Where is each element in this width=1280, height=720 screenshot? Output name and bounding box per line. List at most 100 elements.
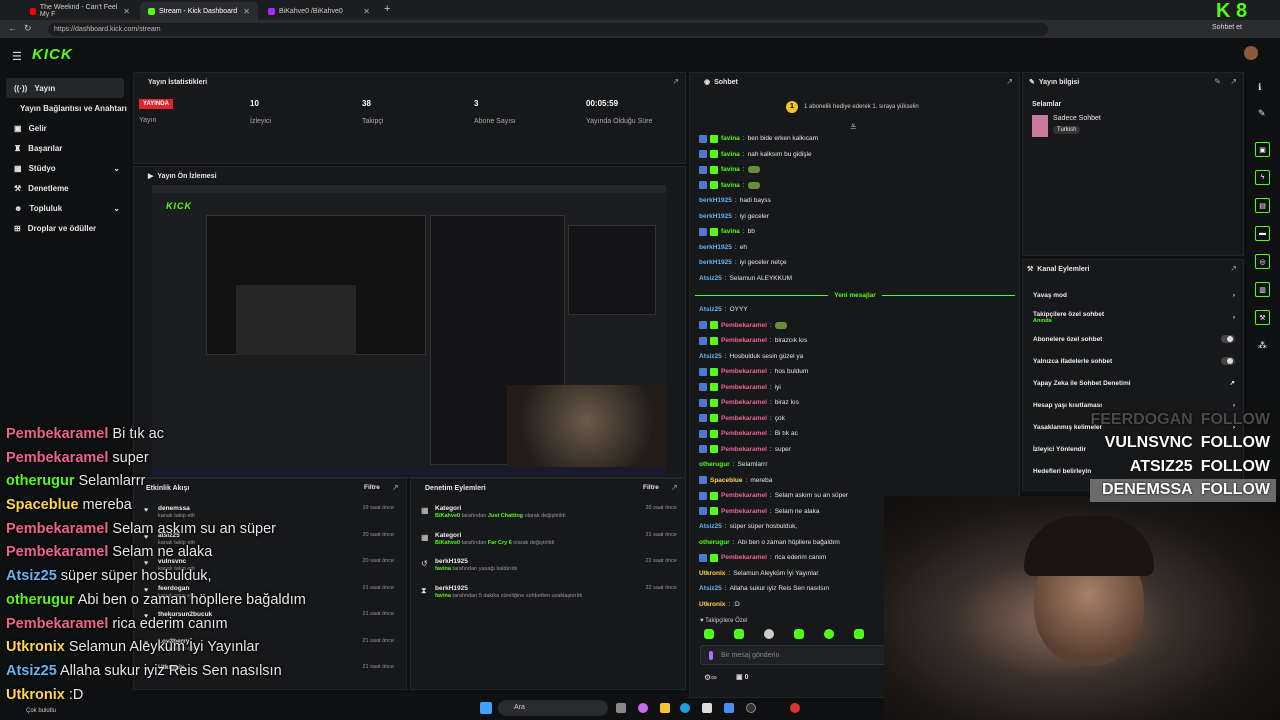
- chat-username[interactable]: berkH1925: [699, 244, 732, 251]
- filter-button[interactable]: Filtre: [643, 484, 659, 491]
- chat-username[interactable]: favina: [721, 182, 740, 189]
- chat-message[interactable]: berkH1925: iyi geceler netçe: [699, 255, 1009, 271]
- taskbar-search[interactable]: Ara: [498, 700, 608, 716]
- emote-icon[interactable]: [704, 629, 714, 639]
- chat-username[interactable]: berkH1925: [699, 259, 732, 266]
- clipboard-icon[interactable]: ▤: [1255, 198, 1270, 213]
- chat-message[interactable]: berkH1925: iyi geceler: [699, 209, 1009, 225]
- pinned-banner[interactable]: 1 1 abonelik hediye ederek 1. sıraya yük…: [786, 101, 919, 113]
- chat-username[interactable]: Pembekaramel: [721, 446, 767, 453]
- chat-message[interactable]: otherugur: Selamlarrr: [699, 457, 1009, 473]
- expand-icon[interactable]: ↗: [1230, 77, 1237, 86]
- chat-username[interactable]: favina: [721, 228, 740, 235]
- channel-action-item[interactable]: Yapay Zeka ile Sohbet Denetimi ↗: [1023, 372, 1245, 394]
- chat-message[interactable]: favina: bb: [699, 224, 1009, 240]
- chat-username[interactable]: Atsiz25: [699, 585, 722, 592]
- chevron-right-icon[interactable]: ›: [1233, 292, 1235, 299]
- chat-username[interactable]: Atsiz25: [699, 353, 722, 360]
- external-link-icon[interactable]: ↗: [1230, 379, 1235, 387]
- chat-message[interactable]: favina: ben bide erken kalkıcam: [699, 131, 1009, 147]
- chat-username[interactable]: Atsiz25: [699, 275, 722, 282]
- mail-icon[interactable]: [724, 703, 734, 713]
- emote-icon[interactable]: [854, 629, 864, 639]
- sidebar-item-droplar[interactable]: ⊞ Droplar ve ödüller: [0, 218, 130, 238]
- chat-message[interactable]: Pembekaramel: çok: [699, 411, 1009, 427]
- channel-action-item[interactable]: Yavaş mod ›: [1023, 284, 1245, 306]
- close-icon[interactable]: ✕: [243, 7, 250, 16]
- storage-icon[interactable]: ▥: [1255, 282, 1270, 297]
- close-icon[interactable]: ✕: [123, 7, 130, 16]
- chat-username[interactable]: Pembekaramel: [721, 508, 767, 515]
- points-display[interactable]: ▣ 0: [736, 673, 748, 681]
- chat-message[interactable]: Pembekaramel: biraz kıs: [699, 395, 1009, 411]
- sidebar-item-gelir[interactable]: ▣ Gelir: [0, 118, 130, 138]
- sidebar-item-denetleme[interactable]: ⚒ Denetleme: [0, 178, 130, 198]
- moderation-item[interactable]: ⧗ berkH1925 favina tarafından 5 dakika sür…: [421, 585, 681, 599]
- chat-message[interactable]: Pembekaramel: Bi tık ac: [699, 426, 1009, 442]
- sidebar-item-stream-key[interactable]: Yayın Bağlantısı ve Anahtarı: [0, 98, 130, 118]
- sidebar-item-yayin[interactable]: ((·)) Yayın: [6, 78, 124, 98]
- edit-icon[interactable]: ✎: [1214, 77, 1221, 86]
- avatar[interactable]: [1244, 46, 1258, 60]
- copilot-icon[interactable]: [638, 703, 648, 713]
- chat-message[interactable]: Pembekaramel: birazcık kıs: [699, 333, 1009, 349]
- emote-icon[interactable]: [824, 629, 834, 639]
- message-icon[interactable]: ▬: [1255, 226, 1270, 241]
- chat-message[interactable]: Pembekaramel: super: [699, 442, 1009, 458]
- chat-message[interactable]: Pembekaramel: hos buldum: [699, 364, 1009, 380]
- reload-icon[interactable]: ↻: [24, 23, 32, 34]
- chat-username[interactable]: berkH1925: [699, 197, 732, 204]
- chat-username[interactable]: Pembekaramel: [721, 368, 767, 375]
- emote-icon[interactable]: [794, 629, 804, 639]
- edge-icon[interactable]: [680, 703, 690, 713]
- chat-username[interactable]: Atsiz25: [699, 306, 722, 313]
- obs-icon[interactable]: [746, 703, 756, 713]
- chevron-right-icon[interactable]: ›: [1233, 314, 1235, 321]
- sidebar-item-topluluk[interactable]: ☻ Topluluk ⌄: [0, 198, 130, 218]
- chat-username[interactable]: otherugur: [699, 461, 730, 468]
- chat-message[interactable]: Pembekaramel:: [699, 318, 1009, 334]
- toggle-switch[interactable]: [1221, 335, 1235, 343]
- channel-action-item[interactable]: Takipçilere özel sohbet Anında ›: [1023, 306, 1245, 328]
- sidebar-item-studyo[interactable]: ▦ Stüdyo ⌄: [0, 158, 130, 178]
- chat-username[interactable]: Pembekaramel: [721, 492, 767, 499]
- camera-icon[interactable]: ▣: [1255, 142, 1270, 157]
- expand-icon[interactable]: ↗: [671, 483, 678, 492]
- chat-username[interactable]: Pembekaramel: [721, 337, 767, 344]
- pencil-icon[interactable]: ✎: [1258, 108, 1266, 119]
- share-icon[interactable]: ⁂: [1258, 340, 1267, 351]
- new-tab-icon[interactable]: +: [384, 3, 390, 15]
- expand-icon[interactable]: ↗: [672, 77, 679, 86]
- bolt-icon[interactable]: ϟ: [1255, 170, 1270, 185]
- info-icon[interactable]: ℹ: [1258, 82, 1261, 93]
- chat-message[interactable]: favina:: [699, 162, 1009, 178]
- chat-username[interactable]: favina: [721, 166, 740, 173]
- moderation-item[interactable]: ▦ Kategori BiKahve0 tarafından Just Chatti…: [421, 505, 681, 519]
- chat-message[interactable]: Atsiz25: Hosbulduk sesin güzel ya: [699, 349, 1009, 365]
- emote-icon[interactable]: [764, 629, 774, 639]
- toggle-switch[interactable]: [1221, 357, 1235, 365]
- channel-action-item[interactable]: Yalnızca ifadelerle sohbet: [1023, 350, 1245, 372]
- chat-username[interactable]: otherugur: [699, 539, 730, 546]
- chat-username[interactable]: Atsiz25: [699, 523, 722, 530]
- chat-username[interactable]: Utkronix: [699, 570, 725, 577]
- close-icon[interactable]: ✕: [363, 7, 370, 16]
- tab-channel[interactable]: BiKahve0 /BiKahve0 ✕: [260, 2, 378, 20]
- chat-message[interactable]: favina:: [699, 178, 1009, 194]
- moderation-item[interactable]: ▦ Kategori BiKahve0 tarafından Far Cry 6 o…: [421, 532, 681, 546]
- folder-icon[interactable]: [660, 703, 670, 713]
- chat-button[interactable]: Sohbet et: [1212, 24, 1242, 31]
- menu-icon[interactable]: ☰: [12, 50, 22, 63]
- chat-username[interactable]: Pembekaramel: [721, 322, 767, 329]
- chat-username[interactable]: Spaceblue: [710, 477, 743, 484]
- expand-icon[interactable]: ↗: [1230, 264, 1237, 273]
- chat-message[interactable]: berkH1925: eh: [699, 240, 1009, 256]
- moderation-item[interactable]: ↺ berkH1925 favina tarafından yasağı kaldı…: [421, 558, 681, 572]
- chat-username[interactable]: Utkronix: [699, 601, 725, 608]
- emote-icon[interactable]: [734, 629, 744, 639]
- expand-icon[interactable]: ↗: [1006, 77, 1013, 86]
- settings-icon[interactable]: ⚙∞: [704, 673, 717, 682]
- sidebar-item-basarilar[interactable]: ♜ Başarılar: [0, 138, 130, 158]
- taskview-icon[interactable]: [616, 703, 626, 713]
- tab-kick-dashboard[interactable]: Stream - Kick Dashboard ✕: [140, 2, 258, 20]
